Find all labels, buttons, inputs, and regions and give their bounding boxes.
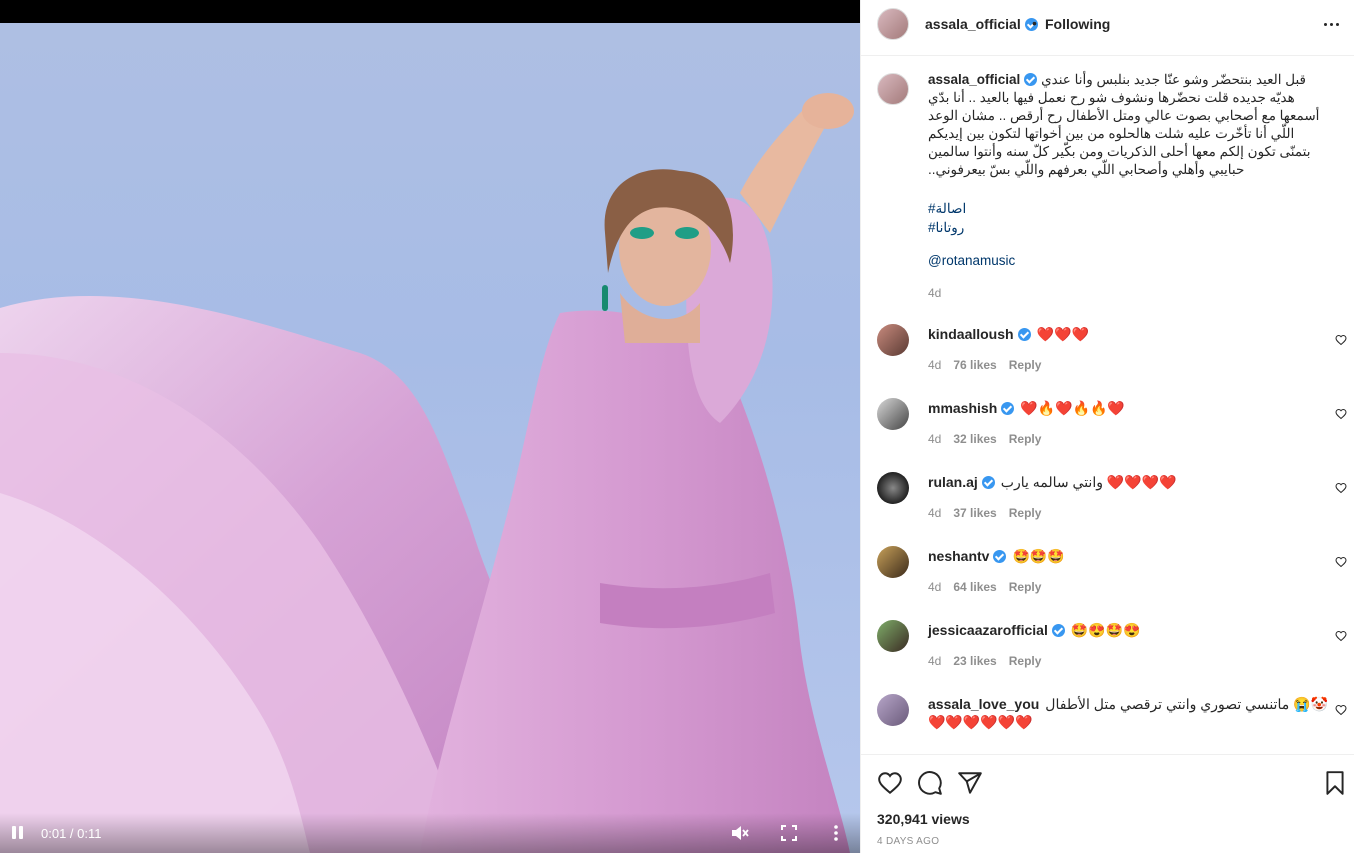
share-icon[interactable] <box>957 770 983 796</box>
verified-icon <box>1001 402 1015 415</box>
comment-meta: 4d 23 likes Reply <box>928 654 1053 668</box>
heart-icon[interactable] <box>1335 482 1347 494</box>
comment-likes[interactable]: 76 likes <box>953 358 996 372</box>
comment-item: jessicaazarofficial 🤩😍🤩😍 4d 23 likes Reply <box>877 620 1347 680</box>
comment-item: neshantv 🤩🤩🤩 4d 64 likes Reply <box>877 546 1347 606</box>
avatar[interactable] <box>877 73 909 105</box>
post-actions: 320,941 views 4 DAYS AGO <box>861 754 1354 853</box>
verified-icon <box>1017 328 1031 341</box>
bookmark-icon[interactable] <box>1322 770 1348 796</box>
comment-text-continued: ❤️❤️❤️❤️❤️❤️ <box>928 714 1033 730</box>
heart-icon[interactable] <box>1335 408 1347 420</box>
avatar[interactable] <box>877 398 909 430</box>
header-username[interactable]: assala_official <box>925 16 1021 32</box>
comment-username[interactable]: kindaalloush <box>928 326 1014 342</box>
more-icon[interactable] <box>829 824 843 842</box>
avatar[interactable] <box>877 472 909 504</box>
header-username-wrap: assala_official <box>925 16 1038 32</box>
comment-time: 4d <box>928 432 942 446</box>
comment-meta: 4d 76 likes Reply <box>928 358 1053 372</box>
comment-line-2: ❤️❤️❤️❤️❤️❤️ <box>928 714 1033 731</box>
heart-icon[interactable] <box>877 770 903 796</box>
hashtag-link[interactable]: #روتانا <box>928 218 966 237</box>
video-time: 0:01 / 0:11 <box>41 826 102 841</box>
comment-likes[interactable]: 32 likes <box>953 432 996 446</box>
post-panel: assala_official • Following assala_offic… <box>860 0 1354 853</box>
comment-item: kindaalloush ❤️❤️❤️ 4d 76 likes Reply <box>877 324 1347 384</box>
comment-text: 🤩😍🤩😍 <box>1070 622 1141 638</box>
reply-button[interactable]: Reply <box>1009 654 1042 668</box>
comment-username[interactable]: jessicaazarofficial <box>928 622 1048 638</box>
caption-username[interactable]: assala_official <box>928 72 1020 87</box>
caption-text: قبل العيد بنتحضّر وشو عنّا جديد بنلبس وأ… <box>928 72 1320 177</box>
comment-line: assala_love_you ماتنسي تصوري وانتي ترقصي … <box>928 696 1328 713</box>
reply-button[interactable]: Reply <box>1009 358 1042 372</box>
comment-item: mmashish ❤️🔥❤️🔥🔥❤️ 4d 32 likes Reply <box>877 398 1347 458</box>
comment-username[interactable]: neshantv <box>928 548 989 564</box>
comment-item: assala_love_you ماتنسي تصوري وانتي ترقصي … <box>877 694 1347 754</box>
comment-text: ❤️❤️❤️ <box>1036 326 1089 342</box>
comment-time: 4d <box>928 358 942 372</box>
comment-line: kindaalloush ❤️❤️❤️ <box>928 326 1089 343</box>
following-button[interactable]: Following <box>1045 16 1110 32</box>
verified-icon <box>1051 624 1065 637</box>
mute-icon[interactable] <box>730 824 750 842</box>
media-viewer: 0:01 / 0:11 <box>0 0 860 853</box>
comment-likes[interactable]: 37 likes <box>953 506 996 520</box>
reply-button[interactable]: Reply <box>1009 580 1042 594</box>
comment-text: ❤️🔥❤️🔥🔥❤️ <box>1020 400 1125 416</box>
more-options-icon[interactable] <box>1321 16 1343 32</box>
comment-text: 🤩🤩🤩 <box>1012 548 1065 564</box>
post-header: assala_official • Following <box>861 0 1354 56</box>
comment-meta: 4d 32 likes Reply <box>928 432 1053 446</box>
comment-text: ماتنسي تصوري وانتي ترقصي متل الأطفال 😭🤡 <box>1045 696 1328 712</box>
comment-time: 4d <box>928 506 942 520</box>
caption-body: assala_official قبل العيد بنتحضّر وشو عن… <box>928 71 1328 179</box>
comment-text: وانتي سالمه يارب ❤️❤️❤️❤️ <box>1000 474 1177 490</box>
video-frame-image <box>0 93 854 853</box>
comment-username[interactable]: rulan.aj <box>928 474 978 490</box>
reply-button[interactable]: Reply <box>1009 432 1042 446</box>
pause-icon[interactable] <box>10 825 26 841</box>
comment-likes[interactable]: 23 likes <box>953 654 996 668</box>
verified-icon <box>981 476 995 489</box>
verified-icon <box>993 550 1007 563</box>
avatar[interactable] <box>877 546 909 578</box>
view-count[interactable]: 320,941 views <box>877 811 970 827</box>
heart-icon[interactable] <box>1335 556 1347 568</box>
caption-time: 4d <box>928 286 942 300</box>
reply-button[interactable]: Reply <box>1009 506 1042 520</box>
hashtag-link[interactable]: #اصالة <box>928 199 966 218</box>
avatar[interactable] <box>877 620 909 652</box>
comment-line: rulan.aj وانتي سالمه يارب ❤️❤️❤️❤️ <box>928 474 1177 491</box>
comment-username[interactable]: assala_love_you <box>928 696 1039 712</box>
comment-line: mmashish ❤️🔥❤️🔥🔥❤️ <box>928 400 1125 417</box>
video-player[interactable]: 0:01 / 0:11 <box>0 23 860 853</box>
comment-username[interactable]: mmashish <box>928 400 997 416</box>
avatar[interactable] <box>877 694 909 726</box>
fullscreen-icon[interactable] <box>780 824 798 842</box>
heart-icon[interactable] <box>1335 334 1347 346</box>
heart-icon[interactable] <box>1335 704 1347 716</box>
comment-line: jessicaazarofficial 🤩😍🤩😍 <box>928 622 1141 639</box>
comment-time: 4d <box>928 580 942 594</box>
comment-meta: 4d 37 likes Reply <box>928 506 1053 520</box>
heart-icon[interactable] <box>1335 630 1347 642</box>
post-date: 4 DAYS AGO <box>877 836 940 847</box>
comment-line: neshantv 🤩🤩🤩 <box>928 548 1065 565</box>
avatar[interactable] <box>877 324 909 356</box>
comment-icon[interactable] <box>917 770 943 796</box>
caption-hashtags: #اصالة #روتانا <box>928 199 966 237</box>
comment-item: rulan.aj وانتي سالمه يارب ❤️❤️❤️❤️ 4d 37 l… <box>877 472 1347 532</box>
comment-time: 4d <box>928 654 942 668</box>
mention-link[interactable]: @rotanamusic <box>928 253 1015 268</box>
comment-meta: 4d 64 likes Reply <box>928 580 1053 594</box>
comments-list[interactable]: assala_official قبل العيد بنتحضّر وشو عن… <box>861 57 1354 754</box>
video-controls: 0:01 / 0:11 <box>0 813 860 853</box>
header-separator: • <box>1032 15 1037 31</box>
verified-icon <box>1024 73 1038 86</box>
avatar[interactable] <box>877 8 909 40</box>
comment-likes[interactable]: 64 likes <box>953 580 996 594</box>
